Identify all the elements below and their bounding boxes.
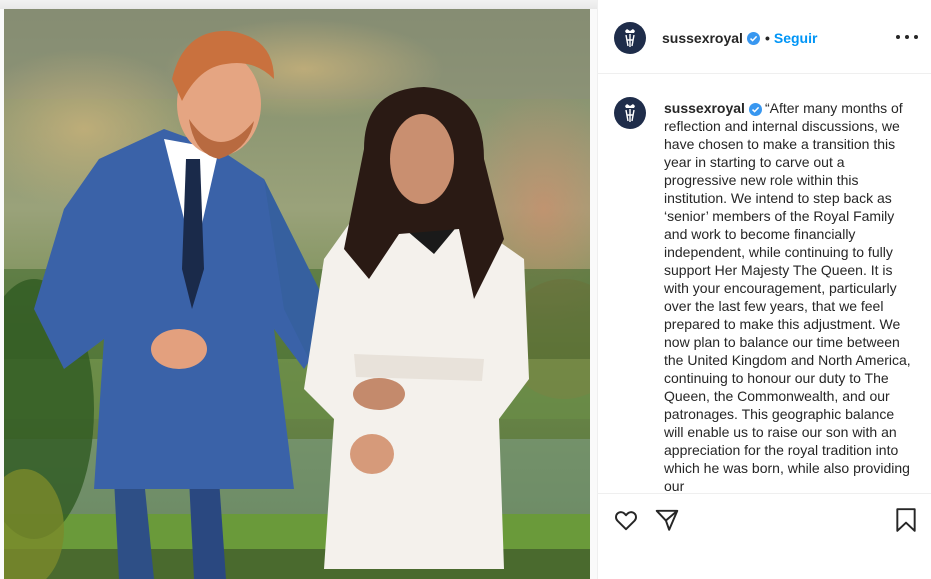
follow-button[interactable]: Seguir xyxy=(774,30,818,46)
heart-icon[interactable] xyxy=(613,507,639,538)
more-dot xyxy=(896,35,900,39)
bookmark-icon[interactable] xyxy=(894,507,918,538)
more-options-icon[interactable] xyxy=(896,28,918,46)
verified-badge-icon xyxy=(746,31,760,45)
monogram-crest-icon[interactable] xyxy=(614,22,646,54)
post-media-pane xyxy=(0,0,597,579)
post-actions xyxy=(598,493,931,579)
post-header: sussexroyal • Seguir xyxy=(598,0,931,74)
paper-plane-icon[interactable] xyxy=(654,507,680,538)
monogram-crest-icon[interactable] xyxy=(614,97,646,129)
more-dot xyxy=(905,35,909,39)
post-photo[interactable] xyxy=(4,9,590,579)
post-header-user: sussexroyal • Seguir xyxy=(662,30,817,46)
username-link[interactable]: sussexroyal xyxy=(662,30,743,46)
caption-area[interactable]: sussexroyal “After many months of reflect… xyxy=(598,75,931,493)
separator-dot: • xyxy=(764,30,770,46)
post-caption: sussexroyal “After many months of reflect… xyxy=(664,99,914,493)
caption-username-link[interactable]: sussexroyal xyxy=(664,100,745,116)
couple-photo-illustration xyxy=(4,9,590,579)
more-dot xyxy=(914,35,918,39)
image-top-strip xyxy=(0,0,597,9)
caption-text: “After many months of reflection and int… xyxy=(664,100,911,493)
verified-badge-icon xyxy=(748,103,762,116)
post-side-panel: sussexroyal • Seguir sussexroyal “After m… xyxy=(597,0,931,579)
